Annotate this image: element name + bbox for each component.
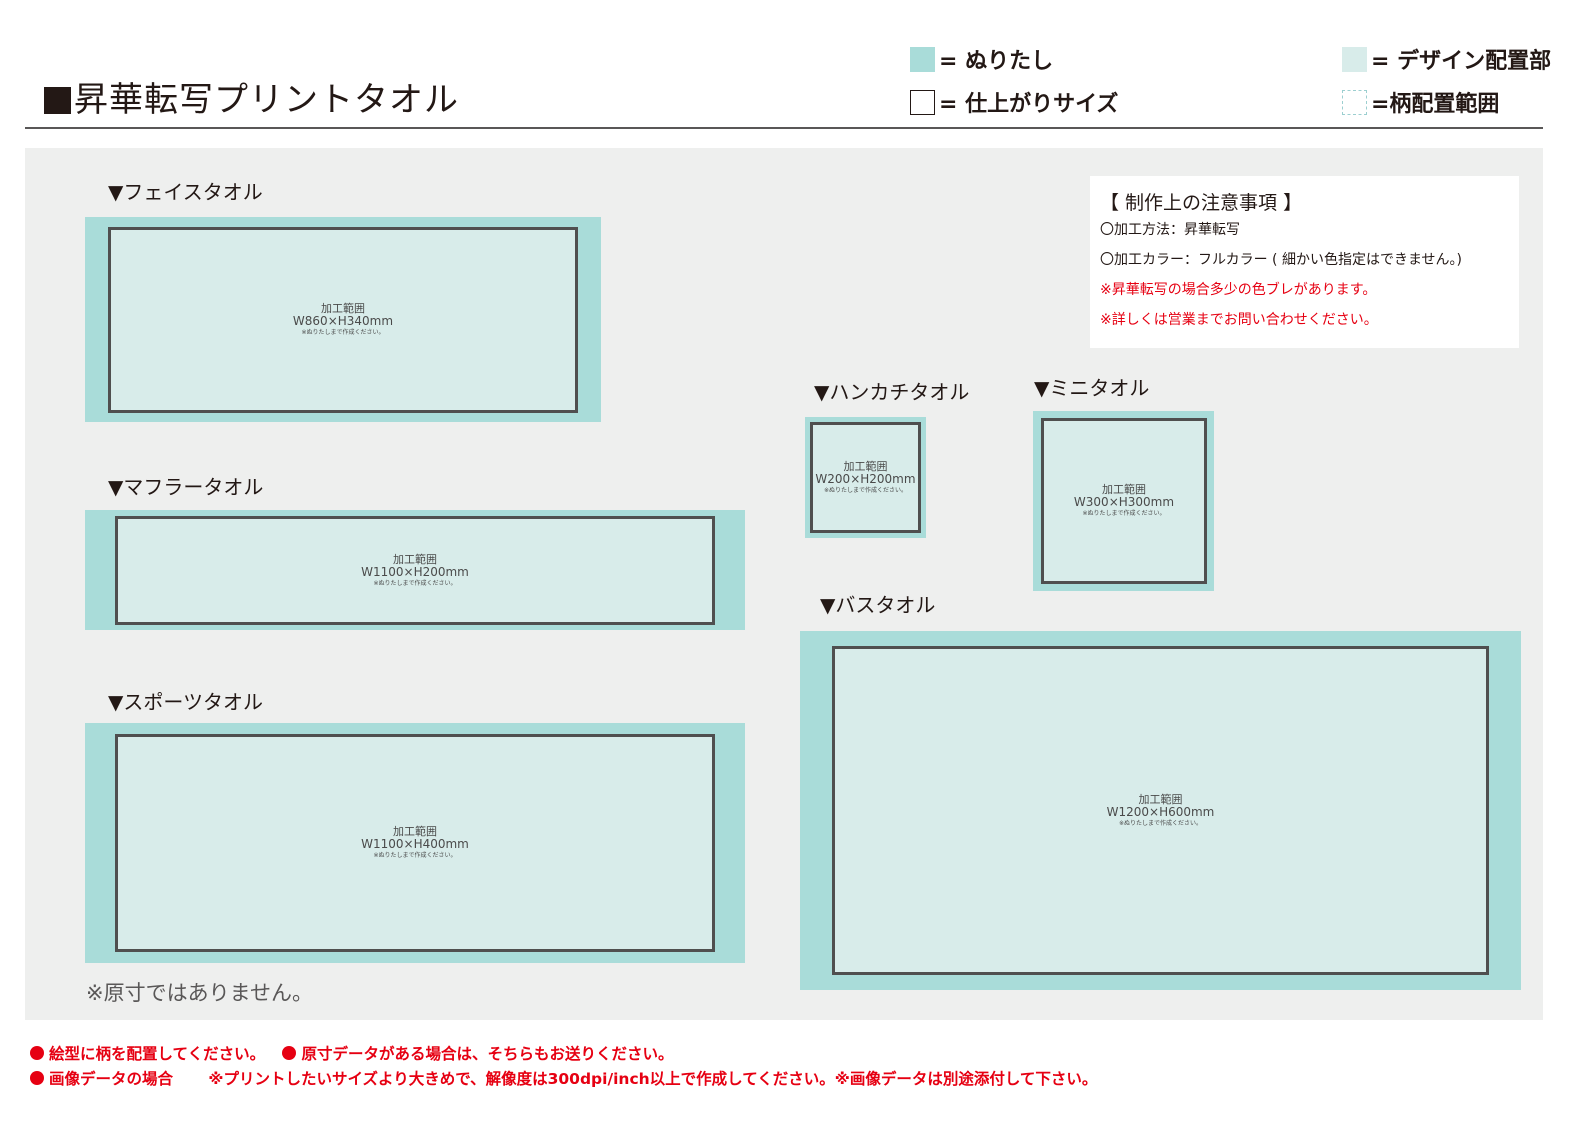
- legend-pattern: =柄配置範囲: [1342, 86, 1499, 118]
- face-towel-bleed: 加工範囲 W860×H340mm ※ぬりたしまで作成ください。: [85, 217, 601, 422]
- area-size: W860×H340mm: [292, 314, 394, 328]
- legend-bleed-label: = ぬりたし: [939, 49, 1054, 74]
- legend-design-label: = デザイン配置部: [1371, 49, 1552, 74]
- bath-towel-finish-area: 加工範囲 W1200×H600mm ※ぬりたしまで作成ください。: [832, 646, 1489, 975]
- area-size: W300×H300mm: [1073, 495, 1175, 509]
- sports-towel-bleed: 加工範囲 W1100×H400mm ※ぬりたしまで作成ください。: [85, 723, 745, 963]
- note-line-color: 〇加工カラー：フルカラー ( 細かい色指定はできません。): [1100, 252, 1462, 268]
- footer-line2-a: 画像データの場合: [49, 1070, 174, 1088]
- design-swatch-icon: [1342, 46, 1367, 72]
- legend-finish: = 仕上がりサイズ: [910, 86, 1118, 118]
- header-divider: [25, 127, 1543, 129]
- pattern-swatch-icon: [1342, 89, 1367, 115]
- footer-line1-a: 絵型に柄を配置してください。: [49, 1045, 266, 1063]
- area-note: ※ぬりたしまで作成ください。: [301, 329, 385, 336]
- area-label: 加工範囲: [393, 552, 437, 566]
- area-size: W1100×H400mm: [361, 837, 469, 851]
- production-notes: 【 制作上の注意事項 】 〇加工方法：昇華転写 〇加工カラー：フルカラー ( 細…: [1090, 176, 1519, 348]
- area-note: ※ぬりたしまで作成ください。: [1118, 819, 1203, 827]
- area-note: ※ぬりたしまで作成ください。: [1082, 510, 1166, 517]
- area-size: W1100×H200mm: [361, 564, 469, 579]
- mini-towel-bleed: 加工範囲 W300×H300mm ※ぬりたしまで作成ください。: [1033, 411, 1214, 591]
- area-label: 加工範囲: [1138, 792, 1183, 806]
- legend-finish-label: = 仕上がりサイズ: [939, 92, 1119, 117]
- footer-line2-b: ※プリントしたいサイズより大きめで、解像度は300dpi/inch以上で作成して…: [208, 1070, 1098, 1088]
- legend-design: = デザイン配置部: [1342, 43, 1551, 75]
- muffler-towel-label: ▼マフラータオル: [108, 475, 264, 499]
- finish-swatch-icon: [910, 89, 935, 115]
- face-towel-label: ▼フェイスタオル: [108, 180, 263, 204]
- bleed-swatch-icon: [910, 46, 935, 72]
- bath-towel-label: ▼バスタオル: [820, 593, 936, 617]
- not-actual-size-note: ※原寸ではありません。: [86, 981, 313, 1005]
- red-dot-icon: [30, 1071, 44, 1085]
- notes-title: 【 制作上の注意事項 】: [1100, 192, 1303, 214]
- note-line-contact: ※詳しくは営業までお問い合わせください。: [1100, 312, 1378, 328]
- note-line-method: 〇加工方法：昇華転写: [1100, 222, 1240, 238]
- area-note: ※ぬりたしまで作成ください。: [823, 486, 908, 494]
- red-dot-icon: [282, 1046, 297, 1060]
- page-title-text: 昇華転写プリントタオル: [74, 80, 459, 120]
- sports-towel-finish-area: 加工範囲 W1100×H400mm ※ぬりたしまで作成ください。: [115, 734, 715, 952]
- black-square-icon: [44, 87, 71, 114]
- legend-pattern-label: =柄配置範囲: [1371, 92, 1500, 117]
- face-towel-finish-area: 加工範囲 W860×H340mm ※ぬりたしまで作成ください。: [108, 227, 578, 413]
- page-title: 昇華転写プリントタオル: [44, 72, 459, 121]
- area-size: W1200×H600mm: [1106, 804, 1215, 819]
- area-size: W200×H200mm: [815, 471, 916, 486]
- note-line-color-variance: ※昇華転写の場合多少の色ブレがあります。: [1100, 282, 1377, 298]
- mini-towel-finish-area: 加工範囲 W300×H300mm ※ぬりたしまで作成ください。: [1041, 418, 1207, 584]
- footer-line1-b: 原寸データがある場合は、そちらもお送りください。: [301, 1045, 674, 1063]
- bath-towel-bleed: 加工範囲 W1200×H600mm ※ぬりたしまで作成ください。: [800, 631, 1521, 990]
- area-note: ※ぬりたしまで作成ください。: [373, 579, 457, 587]
- muffler-towel-finish-area: 加工範囲 W1100×H200mm ※ぬりたしまで作成ください。: [115, 516, 715, 625]
- footer-line-1: 絵型に柄を配置してください。 原寸データがある場合は、そちらもお送りください。: [30, 1042, 674, 1064]
- footer-line-2: 画像データの場合 ※プリントしたいサイズより大きめで、解像度は300dpi/in…: [30, 1067, 1097, 1089]
- legend-bleed: = ぬりたし: [910, 43, 1053, 75]
- mini-towel-label: ▼ミニタオル: [1034, 376, 1150, 400]
- handkerchief-towel-bleed: 加工範囲 W200×H200mm ※ぬりたしまで作成ください。: [805, 417, 926, 538]
- handkerchief-towel-label: ▼ハンカチタオル: [814, 380, 970, 404]
- sports-towel-label: ▼スポーツタオル: [108, 690, 263, 714]
- handkerchief-towel-finish-area: 加工範囲 W200×H200mm ※ぬりたしまで作成ください。: [810, 422, 921, 533]
- red-dot-icon: [30, 1046, 44, 1060]
- area-note: ※ぬりたしまで作成ください。: [373, 852, 457, 859]
- muffler-towel-bleed: 加工範囲 W1100×H200mm ※ぬりたしまで作成ください。: [85, 510, 745, 630]
- area-label: 加工範囲: [843, 459, 888, 473]
